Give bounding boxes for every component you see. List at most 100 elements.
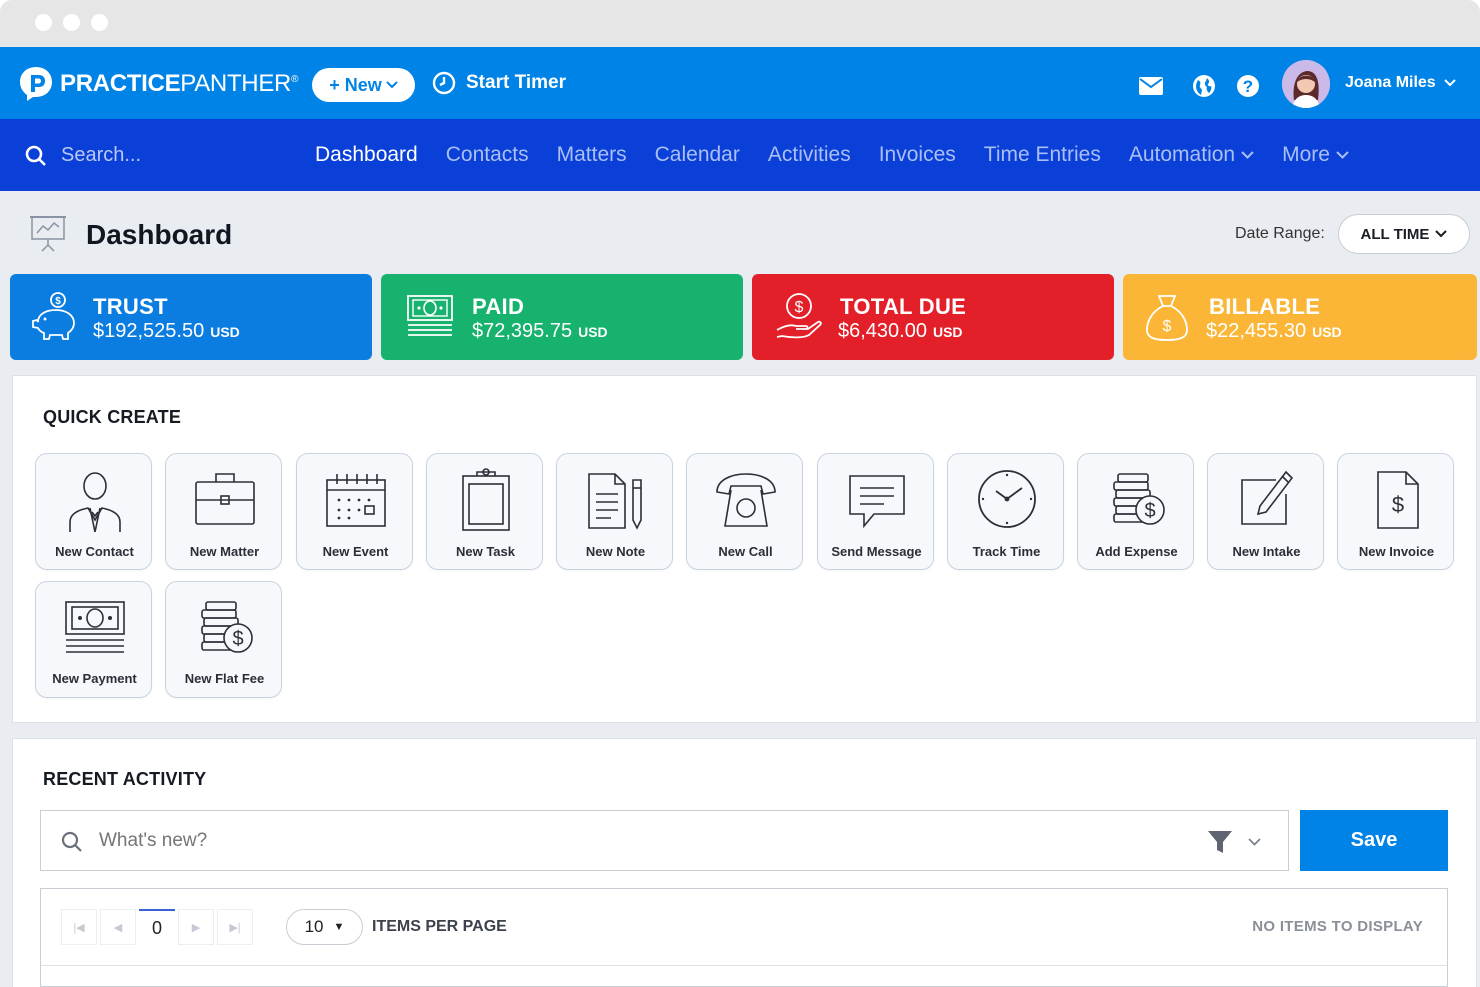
- new-label: + New: [329, 74, 382, 95]
- presentation-chart-icon: [30, 216, 66, 252]
- brand-name: PRACTICEPANTHER®: [60, 70, 299, 97]
- user-menu[interactable]: Joana Miles: [1345, 74, 1456, 92]
- new-intake-tile[interactable]: New Intake: [1207, 453, 1324, 570]
- total-due-label: TOTAL DUE: [840, 294, 967, 319]
- new-dropdown-button[interactable]: + New: [312, 68, 415, 102]
- save-button[interactable]: Save: [1300, 810, 1448, 871]
- new-call-label: New Call: [718, 544, 773, 559]
- window-maximize-dot[interactable]: [91, 14, 108, 31]
- trust-amount: $192,525.50 USD: [93, 320, 240, 342]
- new-matter-label: New Matter: [189, 544, 260, 559]
- phone-icon: [715, 473, 776, 527]
- new-flat-fee-tile[interactable]: $ New Flat Fee: [165, 581, 282, 698]
- trust-label: TRUST: [93, 294, 168, 319]
- paid-amount: $72,395.75 USD: [472, 320, 608, 342]
- browser-chrome: [0, 0, 1480, 47]
- new-event-label: New Event: [322, 544, 389, 559]
- trust-card[interactable]: $ TRUST $192,525.50 USD: [10, 274, 372, 360]
- add-expense-label: Add Expense: [1095, 544, 1178, 559]
- nav-item-dashboard[interactable]: Dashboard: [315, 143, 418, 167]
- activity-input-box: [40, 810, 1289, 871]
- nav-item-activities[interactable]: Activities: [768, 143, 851, 167]
- payment-icon: [64, 601, 125, 653]
- chevron-down-icon: [1443, 79, 1456, 87]
- piggy-bank-icon: $: [32, 292, 75, 340]
- search-icon: [61, 831, 82, 852]
- window-minimize-dot[interactable]: [63, 14, 80, 31]
- user-avatar[interactable]: [1282, 60, 1330, 108]
- add-expense-tile[interactable]: $ Add Expense: [1077, 453, 1194, 570]
- nav-item-time-entries[interactable]: Time Entries: [984, 143, 1101, 167]
- svg-text:?: ?: [1243, 77, 1253, 96]
- new-call-tile[interactable]: New Call: [686, 453, 803, 570]
- quick-create-title: QUICK CREATE: [43, 407, 182, 427]
- recent-activity-title: RECENT ACTIVITY: [43, 769, 207, 789]
- nav-item-more[interactable]: More: [1282, 143, 1349, 167]
- app-window: PRACTICEPANTHER® + New Start Timer ? Joa…: [0, 0, 1480, 987]
- svg-text:$: $: [232, 628, 243, 650]
- nav-menu: Dashboard Contacts Matters Calendar Acti…: [315, 143, 1349, 167]
- filter-icon[interactable]: [1207, 830, 1233, 854]
- svg-text:$: $: [55, 296, 61, 307]
- nav-item-automation[interactable]: Automation: [1129, 143, 1254, 167]
- last-page-button[interactable]: ▶|: [217, 909, 253, 945]
- clock-icon: [977, 470, 1036, 528]
- calendar-icon: [325, 474, 386, 527]
- new-contact-tile[interactable]: New Contact: [35, 453, 152, 570]
- paid-label: PAID: [472, 294, 525, 319]
- new-contact-label: New Contact: [55, 544, 134, 559]
- mail-icon[interactable]: [1139, 77, 1163, 95]
- next-page-button[interactable]: ▶: [178, 909, 214, 945]
- message-icon: [848, 475, 905, 529]
- paid-card[interactable]: PAID $72,395.75 USD: [381, 274, 743, 360]
- billable-card[interactable]: $ BILLABLE $22,455.30 USD: [1123, 274, 1477, 360]
- prev-page-button[interactable]: ◀: [100, 909, 136, 945]
- search-box[interactable]: Search...: [25, 144, 141, 167]
- date-range-label: Date Range:: [1235, 225, 1325, 242]
- new-invoice-tile[interactable]: $ New Invoice: [1337, 453, 1454, 570]
- new-matter-tile[interactable]: New Matter: [165, 453, 282, 570]
- nav-item-matters[interactable]: Matters: [557, 143, 627, 167]
- items-per-page-label: ITEMS PER PAGE: [372, 918, 507, 935]
- new-flat-fee-label: New Flat Fee: [184, 671, 265, 686]
- help-icon[interactable]: ?: [1236, 74, 1260, 98]
- start-timer-button[interactable]: Start Timer: [432, 71, 566, 95]
- globe-icon[interactable]: [1192, 74, 1216, 98]
- new-payment-label: New Payment: [52, 671, 137, 686]
- invoice-icon: $: [1376, 471, 1419, 529]
- chevron-down-icon: [1241, 151, 1254, 159]
- main-nav-bar: Search... Dashboard Contacts Matters Cal…: [0, 119, 1480, 191]
- avatar-image: [1282, 60, 1330, 108]
- new-payment-tile[interactable]: New Payment: [35, 581, 152, 698]
- svg-text:$: $: [1144, 500, 1155, 522]
- first-page-button[interactable]: |◀: [61, 909, 97, 945]
- current-page-number[interactable]: 0: [139, 909, 175, 945]
- search-icon: [25, 145, 46, 166]
- contact-icon: [68, 472, 121, 532]
- note-icon: [587, 473, 642, 530]
- chevron-down-icon[interactable]: [1248, 838, 1261, 846]
- track-time-tile[interactable]: Track Time: [947, 453, 1064, 570]
- search-placeholder: Search...: [61, 144, 142, 166]
- empty-state-label: NO ITEMS TO DISPLAY: [1252, 918, 1423, 935]
- send-message-label: Send Message: [831, 544, 922, 559]
- dropdown-arrow-icon: ▼: [333, 921, 345, 933]
- send-message-tile[interactable]: Send Message: [817, 453, 934, 570]
- brand-logo[interactable]: PRACTICEPANTHER®: [18, 65, 298, 103]
- expense-icon: $: [1112, 473, 1165, 525]
- window-close-dot[interactable]: [35, 14, 52, 31]
- hand-money-icon: $: [776, 293, 822, 339]
- new-event-tile[interactable]: New Event: [296, 453, 413, 570]
- whats-new-input[interactable]: [99, 825, 1179, 857]
- page-title: Dashboard: [86, 219, 233, 250]
- clipboard-icon: [461, 468, 510, 531]
- date-range-select[interactable]: ALL TIME: [1338, 214, 1470, 254]
- nav-item-contacts[interactable]: Contacts: [446, 143, 529, 167]
- items-per-page-select[interactable]: 10 ▼: [286, 909, 363, 945]
- new-task-tile[interactable]: New Task: [426, 453, 543, 570]
- new-note-tile[interactable]: New Note: [556, 453, 673, 570]
- nav-item-invoices[interactable]: Invoices: [879, 143, 956, 167]
- svg-text:$: $: [1391, 492, 1403, 517]
- nav-item-calendar[interactable]: Calendar: [655, 143, 740, 167]
- total-due-card[interactable]: $ TOTAL DUE $6,430.00 USD: [752, 274, 1114, 360]
